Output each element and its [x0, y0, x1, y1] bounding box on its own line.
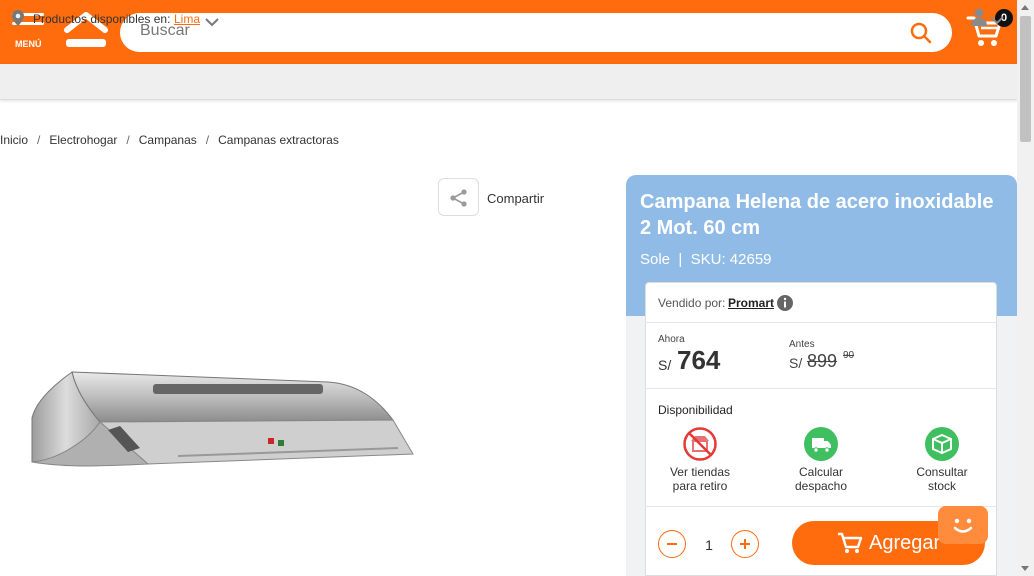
- stock-option[interactable]: Consultar stock: [892, 427, 992, 493]
- location-bar: [0, 64, 1017, 100]
- search-input[interactable]: [140, 22, 900, 40]
- location-city-link[interactable]: Lima: [174, 12, 200, 26]
- sold-by-label: Vendido por:: [658, 296, 726, 310]
- delivery-option[interactable]: Calcular despacho: [771, 427, 871, 493]
- breadcrumb-item[interactable]: Inicio: [0, 133, 28, 147]
- breadcrumb-item[interactable]: Campanas extractoras: [218, 133, 339, 147]
- box-icon: [925, 427, 959, 461]
- price-before-cents: 90: [843, 350, 855, 361]
- seller-link[interactable]: Promart: [728, 296, 774, 310]
- scroll-down-arrow-icon[interactable]: [1021, 566, 1029, 571]
- availability-label-line: Calcular: [798, 465, 843, 479]
- plus-icon: [740, 539, 750, 549]
- share-button[interactable]: [438, 178, 479, 216]
- user-icon[interactable]: [971, 8, 987, 31]
- meta-divider: |: [674, 251, 687, 268]
- product-meta: Sole | SKU: 42659: [640, 251, 772, 268]
- share-label[interactable]: Compartir: [487, 191, 544, 206]
- truck-icon: [804, 427, 838, 461]
- product-brand[interactable]: Sole: [640, 251, 670, 268]
- product-image[interactable]: [28, 360, 420, 485]
- availability-label-line: Ver tiendas: [669, 465, 731, 479]
- location-label: Productos disponibles en:: [33, 12, 171, 26]
- availability-label-line: para retiro: [672, 479, 728, 493]
- chevron-down-icon[interactable]: [205, 14, 219, 32]
- availability-label: Disponibilidad: [658, 403, 733, 417]
- quantity-increase-button[interactable]: [731, 530, 759, 558]
- availability-label-line: Consultar: [916, 465, 968, 479]
- search-bar: [120, 13, 952, 52]
- scrollbar-thumb[interactable]: [1020, 16, 1031, 142]
- cart-icon: [838, 532, 863, 553]
- location-pin-icon: [12, 10, 24, 31]
- availability-label-line: stock: [927, 479, 956, 493]
- price-now-currency: S/: [658, 357, 672, 373]
- availability-label-line: despacho: [794, 479, 848, 493]
- search-icon[interactable]: [910, 22, 932, 49]
- price-before-label: Antes: [789, 339, 815, 350]
- price-now-value: 764: [677, 345, 721, 375]
- price-now-label: Ahora: [658, 334, 685, 345]
- chevron-down-icon[interactable]: [990, 12, 1004, 30]
- menu-label: MENÚ: [15, 39, 42, 49]
- product-title: Campana Helena de acero inoxidable 2 Mot…: [640, 191, 994, 239]
- store-pickup-option[interactable]: Ver tiendas para retiro: [650, 427, 750, 493]
- store-unavailable-icon: [683, 427, 717, 461]
- breadcrumb: Inicio / Electrohogar / Campanas / Campanas ex…: [0, 133, 339, 147]
- minus-icon: [667, 543, 677, 545]
- product-sku: SKU: 42659: [690, 251, 772, 268]
- info-icon[interactable]: [777, 295, 793, 316]
- breadcrumb-item[interactable]: Electrohogar: [49, 133, 117, 147]
- quantity-decrease-button[interactable]: [658, 530, 686, 558]
- add-to-cart-label: Agregar: [869, 532, 941, 554]
- scroll-up-arrow-icon[interactable]: [1021, 5, 1029, 10]
- price-before-currency: S/: [789, 355, 803, 371]
- share-icon: [450, 189, 467, 207]
- breadcrumb-item[interactable]: Campanas: [139, 133, 197, 147]
- price-before-value: 899: [807, 351, 838, 371]
- chatbot-icon[interactable]: [938, 506, 988, 544]
- quantity-value[interactable]: 1: [700, 537, 718, 553]
